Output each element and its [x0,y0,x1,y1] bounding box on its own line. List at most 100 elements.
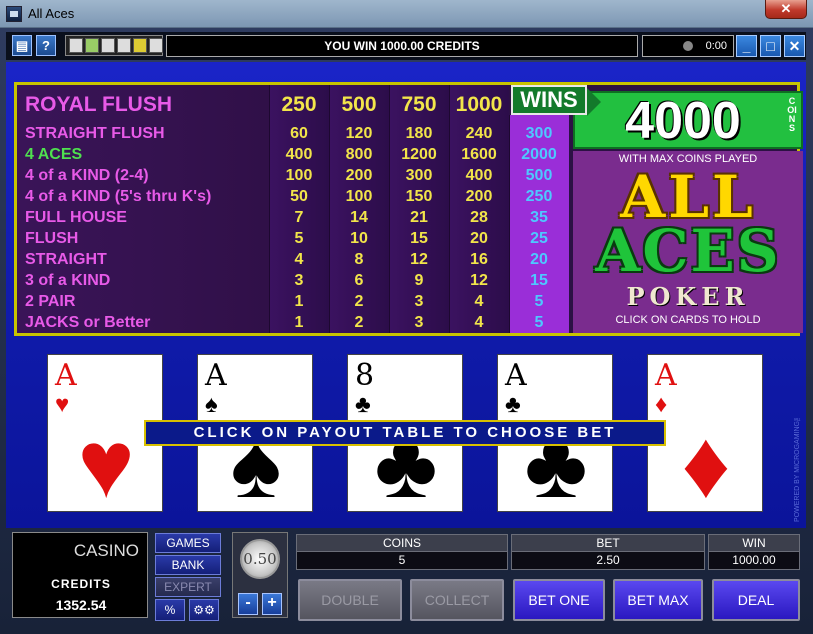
history-icon[interactable] [117,38,131,53]
help-button[interactable]: ? [36,35,56,56]
minimize-icon[interactable]: _ [736,35,757,57]
payout-value: 12 [470,272,488,289]
coins-display: COINS 5 [296,534,508,572]
payout-value: 4 [474,314,484,331]
bet-one-button[interactable]: BET ONE [513,579,605,621]
hand-name: FLUSH [25,230,79,247]
payout-value: 500 [525,167,553,184]
payout-value: 16 [470,251,488,268]
payout-value: 2 [354,293,364,310]
payout-value: 60 [290,125,308,142]
payout-value: 15 [410,230,428,247]
payout-value: 100 [345,188,373,205]
phone-icon[interactable] [149,38,163,53]
game-area: ROYAL FLUSH 250 500 750 1000 STRAIGHT FLUSH 60… [6,62,806,528]
wins-display: 4000 COINS [573,91,803,149]
hand-name: STRAIGHT FLUSH [25,125,165,142]
payout-value: 240 [465,125,493,142]
coin-increase-button[interactable]: + [262,593,282,615]
bet-max-button[interactable]: BET MAX [613,579,703,621]
payout-value: 5 [534,314,544,331]
payout-value: 1600 [461,146,497,163]
bank-button[interactable]: BANK [155,555,221,575]
game-toolbar: ▤ ? YOU WIN 1000.00 CREDITS 0:00 _ □ ✕ [6,32,806,60]
payout-value: 400 [285,146,313,163]
payout-value: 3 [414,314,424,331]
casino-logo: CASINO [73,541,139,560]
expert-button[interactable]: EXPERT [155,577,221,597]
club-icon: ♣ [355,391,371,418]
payout-value: 35 [530,209,548,226]
payout-royal-flush: 750 [401,93,437,116]
coins-value: 5 [296,552,508,570]
hand-name-royal-flush: ROYAL FLUSH [25,93,173,116]
hand-name: 4 ACES [25,146,83,163]
payout-value: 5 [294,230,304,247]
bet-value: 2.50 [511,552,705,570]
deal-button[interactable]: DEAL [712,579,800,621]
coin-selector: 0.50 - + [232,532,288,618]
payout-value: 200 [345,167,373,184]
payout-value: 15 [530,272,548,289]
win-display: WIN 1000.00 [708,534,800,572]
club-icon: ♣ [505,391,521,418]
double-button[interactable]: DOUBLE [298,579,402,621]
payout-value: 25 [530,230,548,247]
payout-value: 100 [285,167,313,184]
credits-label: CREDITS [51,577,111,591]
payout-value: 5 [534,293,544,310]
payout-value: 50 [290,188,308,205]
payout-value: 1200 [401,146,437,163]
percent-button[interactable]: % [155,599,185,621]
window-titlebar: All Aces ✕ [0,0,813,28]
hand-name: FULL HOUSE [25,209,127,226]
timer-value: 0:00 [705,40,727,52]
hand-name: 4 of a KIND (5's thru K's) [25,188,212,205]
hand-name: JACKS or Better [25,314,151,331]
maximize-icon[interactable]: □ [760,35,781,57]
logo-poker: POKER [626,282,750,311]
wins-amount: 4000 [625,92,741,150]
hand-name: 4 of a KIND (2-4) [25,167,149,184]
checklist-icon[interactable] [101,38,115,53]
window-close-button[interactable]: ✕ [765,0,807,19]
hand-name: 2 PAIR [25,293,76,310]
cashier-button[interactable]: ▤ [12,35,32,56]
win-value: 1000.00 [708,552,800,570]
payout-royal-flush: 250 [281,93,317,116]
payout-value: 14 [350,209,368,226]
stats-icon[interactable] [69,38,83,53]
payout-value: 6 [354,272,364,289]
collect-button[interactable]: COLLECT [410,579,504,621]
payout-value: 1 [294,293,304,310]
wins-tag: WINS [511,85,587,115]
coin-decrease-button[interactable]: - [238,593,258,615]
payout-table-inner: ROYAL FLUSH 250 500 750 1000 STRAIGHT FLUSH 60… [17,85,803,333]
payout-value: 7 [294,209,304,226]
credits-panel: CASINO CREDITS 1352.54 [12,532,148,618]
lobby-icon[interactable] [133,38,147,53]
clock-icon [683,41,693,51]
diamond-icon: ♦ [655,391,668,418]
bonus-icon[interactable] [85,38,99,53]
heart-icon: ♥ [55,391,70,418]
coin-value[interactable]: 0.50 [240,539,280,579]
game-logo-panel: WITH MAX COINS PLAYED ALL ACES POKER CLI… [573,151,803,333]
options-icon-group [65,35,163,56]
games-button[interactable]: GAMES [155,533,221,553]
instruction-banner: CLICK ON PAYOUT TABLE TO CHOOSE BET [144,420,666,446]
logo-aces: ACES [595,217,781,285]
payout-value: 3 [414,293,424,310]
session-timer: 0:00 [642,35,734,57]
payout-table[interactable]: ROYAL FLUSH 250 500 750 1000 STRAIGHT FLUSH 60… [14,82,803,336]
hold-instruction: CLICK ON CARDS TO HOLD [615,314,761,326]
card-rank: A [505,358,527,393]
close-icon[interactable]: ✕ [784,35,805,57]
settings-button[interactable]: ⚙⚙ [189,599,219,621]
payout-value: 250 [525,188,553,205]
payout-value: 21 [410,209,428,226]
payout-value: 4 [294,251,304,268]
window-title: All Aces [28,6,75,21]
payout-value: 8 [354,251,364,268]
payout-value: 3 [294,272,304,289]
